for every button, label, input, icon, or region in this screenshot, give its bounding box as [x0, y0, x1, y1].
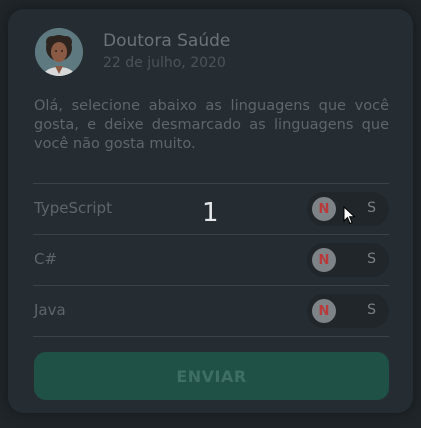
submit-button[interactable]: ENVIAR: [34, 352, 389, 400]
language-label: Java: [34, 301, 66, 319]
intro-text: Olá, selecione abaixo as linguagens que …: [34, 98, 389, 152]
toggle-option-yes[interactable]: S: [367, 302, 376, 318]
profile-name: Doutora Saúde: [103, 31, 231, 51]
mouse-pointer-icon: [343, 206, 356, 225]
toggle-knob[interactable]: N: [312, 248, 336, 272]
language-label: C#: [34, 250, 58, 268]
toggle-knob[interactable]: N: [312, 197, 336, 221]
toggle-option-yes[interactable]: S: [367, 200, 376, 216]
selection-counter: 1: [202, 198, 219, 228]
toggle-option-yes[interactable]: S: [367, 251, 376, 267]
toggle-knob[interactable]: N: [312, 299, 336, 323]
toggle-csharp[interactable]: N S: [307, 243, 389, 277]
language-row-java: Java N S: [33, 285, 389, 337]
avatar: [35, 28, 83, 76]
language-label: TypeScript: [34, 199, 112, 217]
language-row-csharp: C# N S: [33, 234, 389, 285]
doctor-avatar-icon: [35, 28, 83, 76]
toggle-java[interactable]: N S: [307, 294, 389, 328]
profile-date: 22 de julho, 2020: [103, 55, 226, 71]
